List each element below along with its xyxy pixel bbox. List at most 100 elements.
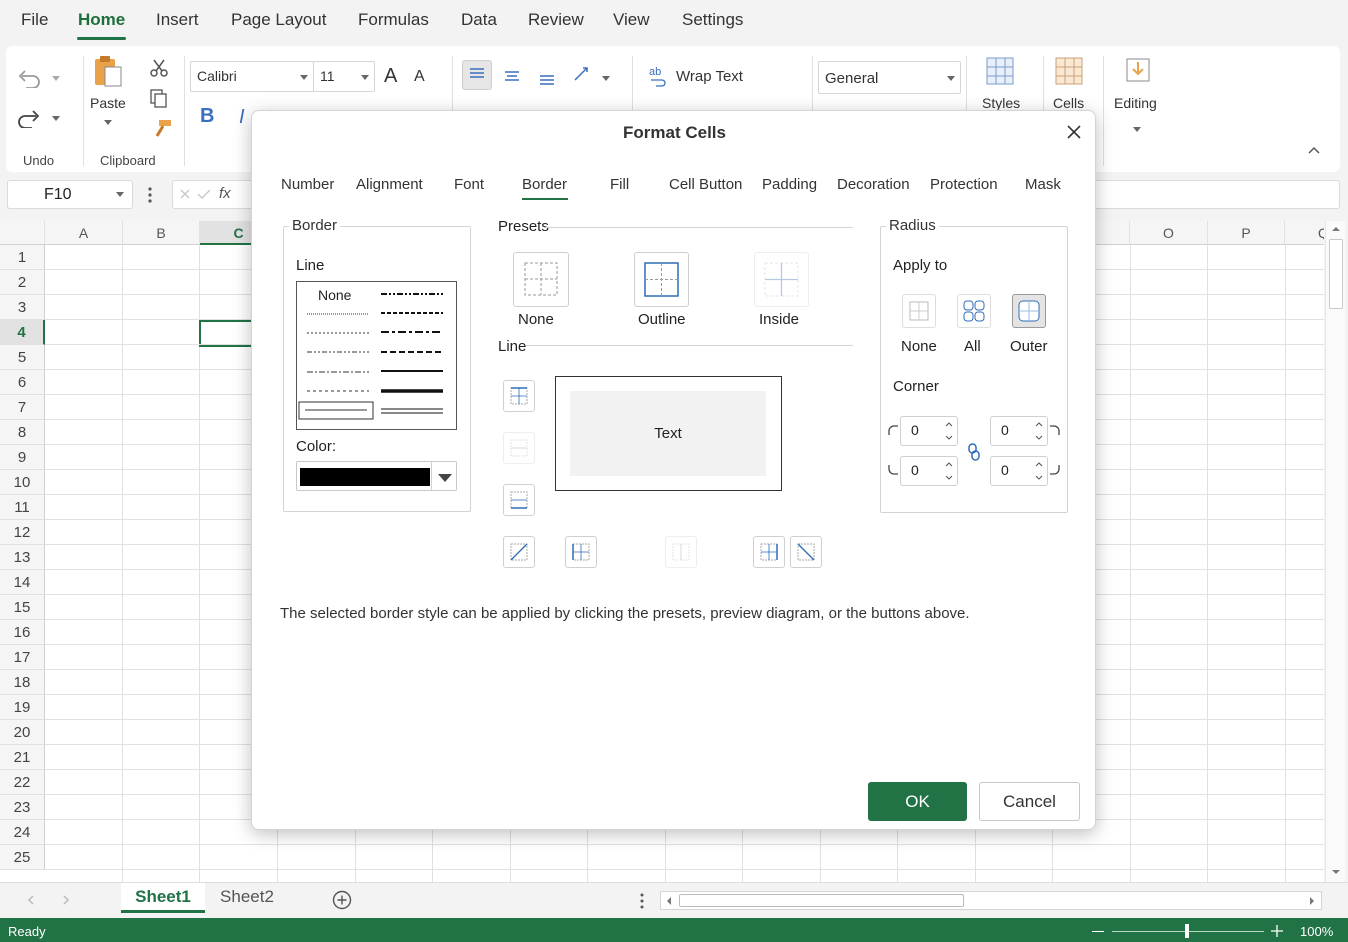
zoom-level[interactable]: 100% — [1300, 924, 1333, 939]
menu-home[interactable]: Home — [78, 10, 125, 30]
undo-icon[interactable] — [16, 68, 42, 88]
prev-sheet-icon[interactable] — [26, 894, 36, 906]
border-diagonal-up-button[interactable] — [503, 536, 535, 568]
border-left-button[interactable] — [565, 536, 597, 568]
name-box-dropdown-icon[interactable] — [116, 192, 124, 197]
corner-bottom-right-spinner-icon[interactable] — [1034, 459, 1044, 483]
insert-function-button[interactable]: fx — [219, 185, 231, 202]
column-header[interactable]: O — [1130, 221, 1208, 245]
tab-protection[interactable]: Protection — [930, 176, 998, 193]
row-header[interactable]: 23 — [0, 795, 45, 820]
redo-icon[interactable] — [16, 108, 42, 128]
preset-inside-button[interactable] — [754, 252, 809, 307]
border-inside-vertical-button[interactable] — [665, 536, 697, 568]
sheet-tab-sheet2[interactable]: Sheet2 — [205, 883, 289, 913]
corner-bottom-left-spinner-icon[interactable] — [944, 459, 954, 483]
tab-font[interactable]: Font — [454, 176, 484, 193]
corner-top-right-spinner-icon[interactable] — [1034, 419, 1044, 443]
color-picker[interactable] — [296, 461, 457, 491]
styles-icon[interactable] — [985, 56, 1015, 86]
collapse-ribbon-icon[interactable] — [1306, 144, 1322, 156]
border-diagonal-down-button[interactable] — [790, 536, 822, 568]
row-header[interactable]: 4 — [0, 320, 45, 345]
add-sheet-icon[interactable] — [331, 889, 353, 911]
row-header[interactable]: 21 — [0, 745, 45, 770]
more-options-icon[interactable] — [145, 184, 155, 206]
menu-settings[interactable]: Settings — [682, 10, 743, 30]
scroll-right-icon[interactable] — [1307, 895, 1317, 907]
horizontal-scrollbar[interactable] — [660, 891, 1322, 910]
shrink-font-button[interactable]: A — [414, 68, 425, 86]
row-header[interactable]: 20 — [0, 720, 45, 745]
editing-dropdown-icon[interactable] — [1133, 127, 1141, 132]
column-header[interactable]: A — [45, 221, 123, 245]
row-header[interactable]: 15 — [0, 595, 45, 620]
border-top-button[interactable] — [503, 380, 535, 412]
bold-button[interactable]: B — [200, 105, 214, 128]
vertical-scroll-thumb[interactable] — [1329, 239, 1343, 309]
tabs-more-icon[interactable] — [638, 891, 646, 911]
menu-review[interactable]: Review — [528, 10, 584, 30]
cells-icon[interactable] — [1054, 56, 1084, 86]
confirm-formula-icon[interactable] — [197, 188, 211, 200]
font-name-dropdown-icon[interactable] — [300, 75, 308, 80]
row-header[interactable]: 14 — [0, 570, 45, 595]
row-header[interactable]: 22 — [0, 770, 45, 795]
row-header[interactable]: 2 — [0, 270, 45, 295]
tab-cell-button[interactable]: Cell Button — [669, 176, 742, 193]
ok-button[interactable]: OK — [868, 782, 967, 821]
row-header[interactable]: 10 — [0, 470, 45, 495]
zoom-in-icon[interactable] — [1270, 924, 1284, 938]
copy-icon[interactable] — [149, 88, 169, 108]
border-bottom-button[interactable] — [503, 484, 535, 516]
menu-view[interactable]: View — [613, 10, 650, 30]
font-name-select[interactable]: Calibri — [190, 61, 314, 92]
editing-icon[interactable] — [1124, 56, 1152, 84]
tab-border[interactable]: Border — [522, 176, 567, 193]
menu-insert[interactable]: Insert — [156, 10, 199, 30]
cells-button[interactable]: Cells — [1053, 95, 1084, 111]
font-size-dropdown-icon[interactable] — [361, 75, 369, 80]
scroll-down-icon[interactable] — [1330, 867, 1342, 877]
align-top-button[interactable] — [462, 60, 492, 90]
cancel-formula-icon[interactable] — [179, 188, 191, 200]
row-header[interactable]: 17 — [0, 645, 45, 670]
wrap-text-button[interactable]: Wrap Text — [676, 68, 743, 85]
name-box[interactable]: F10 — [7, 180, 133, 209]
row-header[interactable]: 25 — [0, 845, 45, 870]
cut-icon[interactable] — [149, 58, 169, 78]
column-header[interactable]: Q — [1285, 221, 1324, 245]
border-inside-horizontal-button[interactable] — [503, 432, 535, 464]
close-icon[interactable] — [1066, 124, 1082, 140]
scroll-left-icon[interactable] — [664, 895, 674, 907]
scroll-up-icon[interactable] — [1330, 224, 1342, 234]
column-header[interactable]: B — [123, 221, 200, 245]
row-header[interactable]: 18 — [0, 670, 45, 695]
tab-alignment[interactable]: Alignment — [356, 176, 423, 193]
line-style-options[interactable] — [297, 282, 457, 430]
preset-outline-button[interactable] — [634, 252, 689, 307]
border-right-button[interactable] — [753, 536, 785, 568]
corner-top-left-spinner-icon[interactable] — [944, 419, 954, 443]
line-style-list[interactable]: None — [296, 281, 457, 430]
border-preview[interactable]: Text — [555, 376, 782, 491]
row-header[interactable]: 5 — [0, 345, 45, 370]
column-header[interactable]: P — [1208, 221, 1285, 245]
align-bottom-icon[interactable] — [533, 64, 561, 92]
cancel-button[interactable]: Cancel — [979, 782, 1080, 821]
row-header[interactable]: 24 — [0, 820, 45, 845]
align-middle-icon[interactable] — [498, 62, 526, 90]
row-header[interactable]: 7 — [0, 395, 45, 420]
orientation-icon[interactable] — [571, 64, 595, 86]
paste-dropdown-icon[interactable] — [104, 120, 112, 125]
tab-decoration[interactable]: Decoration — [837, 176, 910, 193]
menu-page-layout[interactable]: Page Layout — [231, 10, 326, 30]
vertical-scrollbar[interactable] — [1325, 221, 1345, 882]
tab-mask[interactable]: Mask — [1025, 176, 1061, 193]
radius-apply-outer-button[interactable] — [1012, 294, 1046, 328]
row-header[interactable]: 3 — [0, 295, 45, 320]
wrap-text-icon[interactable]: ab — [648, 64, 670, 88]
redo-dropdown-icon[interactable] — [52, 116, 60, 121]
row-header[interactable]: 1 — [0, 245, 45, 270]
row-header[interactable]: 16 — [0, 620, 45, 645]
